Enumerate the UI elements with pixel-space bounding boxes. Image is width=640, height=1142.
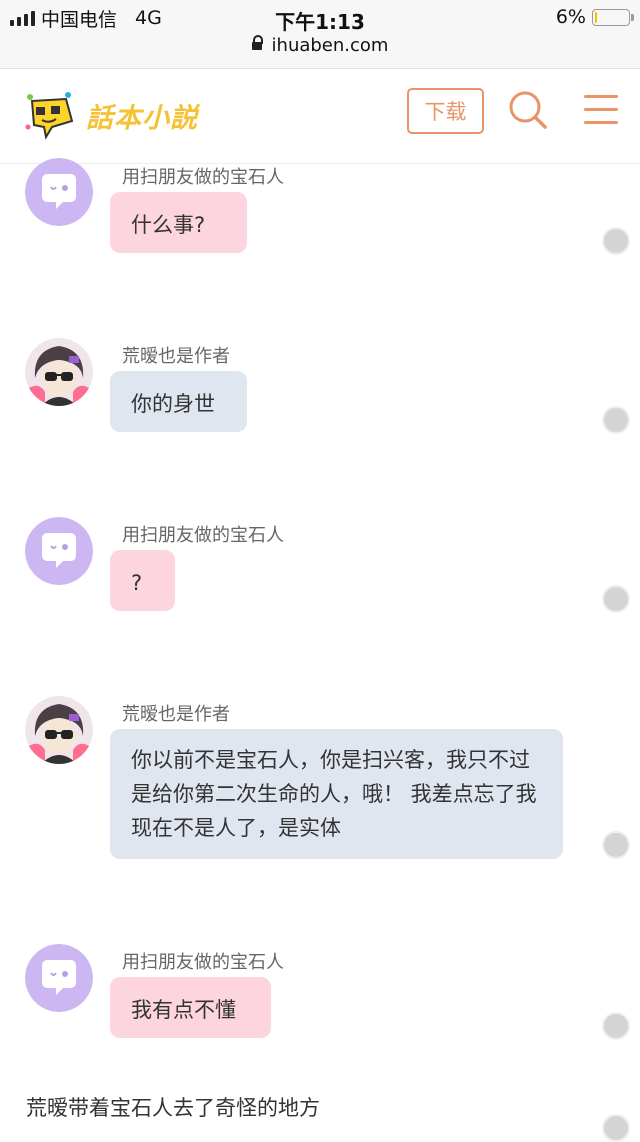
message-bubble: 你以前不是宝石人，你是扫兴客，我只不过是给你第二次生命的人，哦！ 我差点忘了我现… xyxy=(110,729,563,859)
logo-title: 話本小説 xyxy=(86,102,198,134)
message-bubble: 你的身世 xyxy=(110,371,247,432)
comment-dot-button[interactable] xyxy=(602,1012,630,1040)
speech-bubble-avatar-icon xyxy=(25,944,93,1012)
sender-name: 荒暧也是作者 xyxy=(122,704,230,725)
logo-mascot-icon xyxy=(25,92,74,140)
comment-dot-button[interactable] xyxy=(602,585,630,613)
speech-bubble-avatar-icon xyxy=(25,158,93,226)
url-text: ihuaben.com xyxy=(271,35,389,56)
sender-name: 荒暧也是作者 xyxy=(122,346,230,367)
search-icon[interactable] xyxy=(508,90,548,130)
battery-icon xyxy=(592,8,634,26)
site-logo[interactable]: 話本小説 xyxy=(22,87,198,143)
avatar[interactable] xyxy=(25,158,93,226)
clock: 下午1:13 xyxy=(275,10,365,34)
url-bar[interactable]: ihuaben.com xyxy=(0,34,640,56)
comment-dot-button[interactable] xyxy=(602,227,630,255)
comment-dot-button[interactable] xyxy=(602,406,630,434)
narration-text: 荒暧带着宝石人去了奇怪的地方 xyxy=(26,1096,320,1120)
menu-icon[interactable] xyxy=(584,95,618,125)
character-avatar-icon xyxy=(25,696,93,764)
character-avatar-icon xyxy=(25,338,93,406)
sender-name: 用扫朋友做的宝石人 xyxy=(122,525,284,546)
comment-dot-button[interactable] xyxy=(602,831,630,859)
avatar[interactable] xyxy=(25,696,93,764)
sender-name: 用扫朋友做的宝石人 xyxy=(122,167,284,188)
download-button[interactable]: 下载 xyxy=(407,88,484,134)
lock-icon xyxy=(251,34,263,53)
message-bubble: 什么事? xyxy=(110,192,247,253)
speech-bubble-avatar-icon xyxy=(25,517,93,585)
sender-name: 用扫朋友做的宝石人 xyxy=(122,952,284,973)
status-bar: 中国电信 4G 下午1:13 6% ihuaben.com xyxy=(0,0,640,69)
avatar[interactable] xyxy=(25,944,93,1012)
app-header: 話本小説 下载 xyxy=(0,69,640,164)
message-bubble: ? xyxy=(110,550,175,611)
status-right: 6% xyxy=(555,6,634,28)
avatar[interactable] xyxy=(25,517,93,585)
message-bubble: 我有点不懂 xyxy=(110,977,271,1038)
avatar[interactable] xyxy=(25,338,93,406)
battery-percent: 6% xyxy=(555,6,586,28)
